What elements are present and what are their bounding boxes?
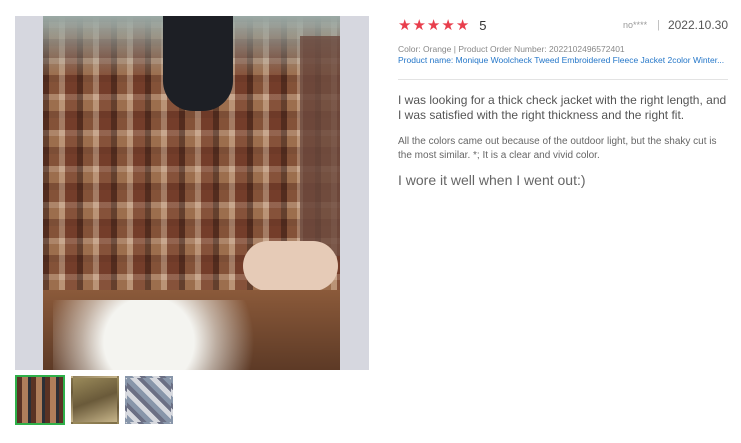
- photo-hands: [243, 241, 338, 291]
- divider: [398, 79, 728, 80]
- review-date: 2022.10.30: [667, 18, 728, 32]
- review-photo[interactable]: [43, 16, 340, 370]
- review-paragraph-2: All the colors came out because of the o…: [398, 136, 717, 161]
- thumbnail-3[interactable]: [125, 376, 173, 424]
- photo-turtleneck: [163, 16, 233, 111]
- star-icon: ★: [412, 15, 426, 34]
- photo-chair: [300, 36, 340, 256]
- rating-score: 5: [479, 17, 487, 33]
- star-rating: ★ ★ ★ ★ ★: [398, 15, 470, 34]
- star-icon: ★: [398, 15, 412, 34]
- reviewer-name: no****: [623, 20, 648, 30]
- star-icon: ★: [455, 15, 470, 34]
- thumbnail-2[interactable]: [71, 376, 119, 424]
- review-paragraph-1: I was looking for a thick check jacket w…: [398, 93, 727, 122]
- star-icon: ★: [441, 15, 455, 34]
- header-separator: |: [657, 19, 660, 31]
- star-icon: ★: [426, 15, 441, 34]
- photo-flowers: [53, 300, 293, 370]
- review-header: ★ ★ ★ ★ ★ 5 no**** | 2022.10.30: [398, 16, 728, 34]
- review-panel: ★ ★ ★ ★ ★ 5 no**** | 2022.10.30 Color: O…: [398, 16, 728, 189]
- review-paragraph-3: I wore it well when I went out:): [398, 172, 586, 188]
- product-name-link[interactable]: Product name: Monique Woolcheck Tweed Em…: [398, 55, 728, 66]
- review-body: I was looking for a thick check jacket w…: [398, 93, 728, 189]
- order-meta: Color: Orange | Product Order Number: 20…: [398, 44, 625, 54]
- thumbnail-1[interactable]: [15, 375, 65, 425]
- thumbnail-strip: [15, 375, 173, 425]
- review-photo-frame[interactable]: [15, 16, 369, 370]
